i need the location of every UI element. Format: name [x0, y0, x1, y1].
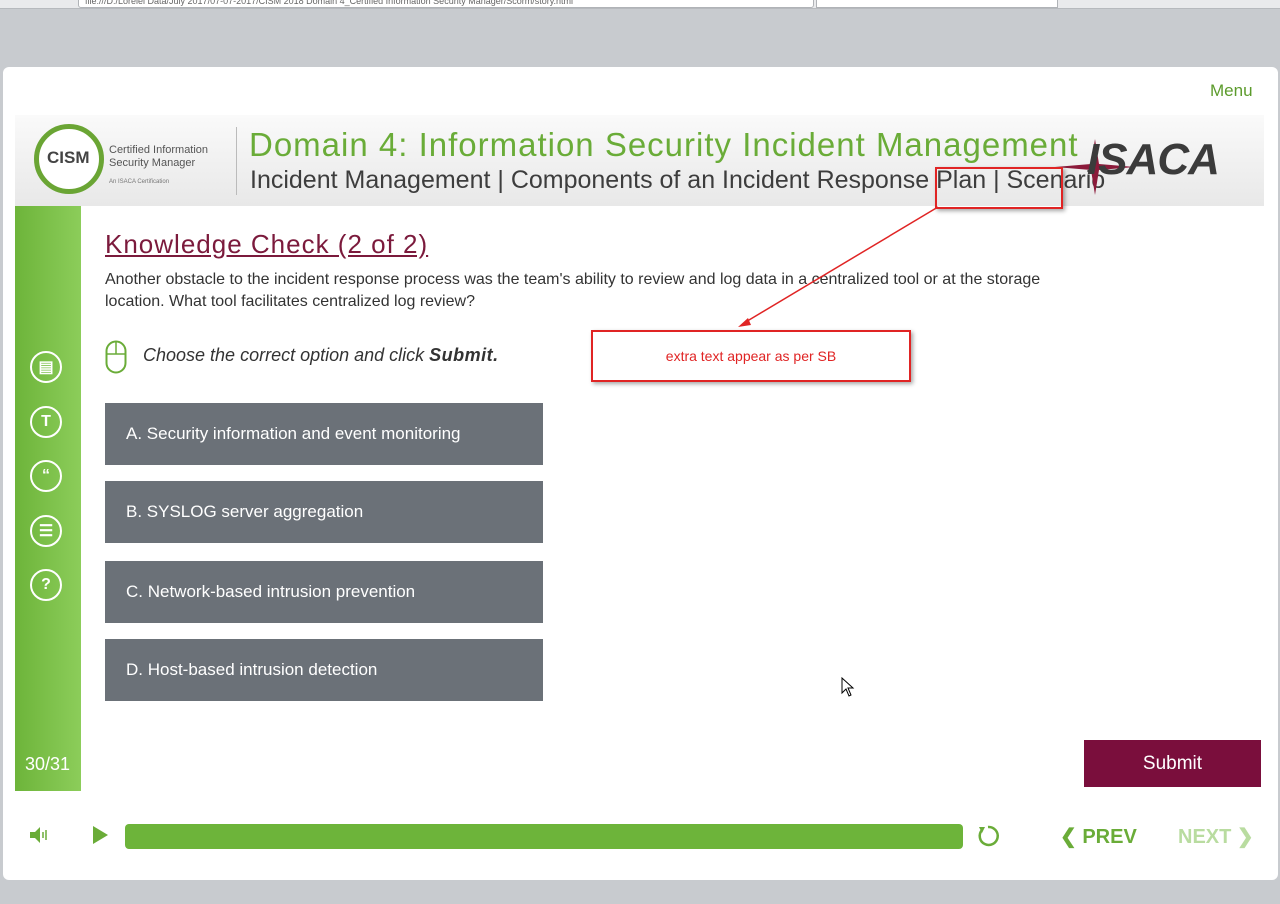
instruction-action: Submit. [429, 345, 499, 365]
page-counter: 30/31 [25, 754, 71, 774]
play-icon[interactable] [91, 825, 109, 845]
progress-bar[interactable] [125, 824, 963, 849]
cism-logo-tagline: An ISACA Certification [109, 179, 170, 185]
cism-logo-subtitle: Certified Information Security Manager [109, 144, 209, 169]
chevron-right-icon: ❯ [1231, 826, 1254, 848]
knowledge-check-heading: Knowledge Check (2 of 2) [105, 229, 429, 259]
transcript-icon[interactable]: T [30, 406, 62, 438]
course-banner: CISM Certified Information Security Mana… [15, 115, 1264, 206]
menu-link[interactable]: Menu [1210, 81, 1253, 101]
replay-icon[interactable] [976, 824, 1000, 848]
mouse-icon [105, 340, 127, 374]
instruction-prefix: Choose the correct option and click [143, 345, 430, 365]
chevron-left-icon: ❮ [1060, 826, 1083, 848]
isaca-logo: ISACA [1087, 135, 1220, 184]
submit-button[interactable]: Submit [1084, 740, 1261, 787]
layers-icon[interactable]: ☰ [30, 515, 62, 547]
prev-button[interactable]: ❮ PREV [1060, 824, 1137, 849]
annotation-note-text: extra text appear as per SB [665, 348, 837, 364]
option-d[interactable]: D. Host-based intrusion detection [105, 639, 543, 701]
sidebar: ▤ T “ ☰ ? 30/31 [15, 206, 81, 791]
instruction-text: Choose the correct option and click Subm… [143, 345, 499, 366]
banner-divider [236, 127, 237, 195]
browser-search-input[interactable] [816, 0, 1058, 8]
quote-icon[interactable]: “ [30, 460, 62, 492]
help-icon[interactable]: ? [30, 569, 62, 601]
option-c[interactable]: C. Network-based intrusion prevention [105, 561, 543, 623]
page-title: Domain 4: Information Security Incident … [249, 126, 1079, 163]
prev-label: PREV [1082, 826, 1137, 848]
question-text: Another obstacle to the incident respons… [105, 271, 1041, 310]
course-player: Menu CISM Certified Information Security… [3, 67, 1278, 880]
browser-toolbar: file:///D:/Lorelei Data/July 2017/07-07-… [0, 0, 1280, 9]
cism-logo: CISM [34, 124, 104, 194]
next-label: NEXT [1178, 826, 1232, 848]
cism-logo-text: CISM [47, 148, 90, 167]
mouse-cursor-icon [841, 677, 855, 697]
option-b[interactable]: B. SYSLOG server aggregation [105, 481, 543, 543]
volume-icon[interactable] [28, 824, 50, 846]
address-bar[interactable]: file:///D:/Lorelei Data/July 2017/07-07-… [78, 0, 814, 8]
next-button[interactable]: NEXT ❯ [1178, 824, 1254, 849]
annotation-highlight-box [935, 167, 1063, 209]
playback-controls: ❮ PREV NEXT ❯ [3, 814, 1278, 859]
notes-icon[interactable]: ▤ [30, 351, 62, 383]
option-a[interactable]: A. Security information and event monito… [105, 403, 543, 465]
